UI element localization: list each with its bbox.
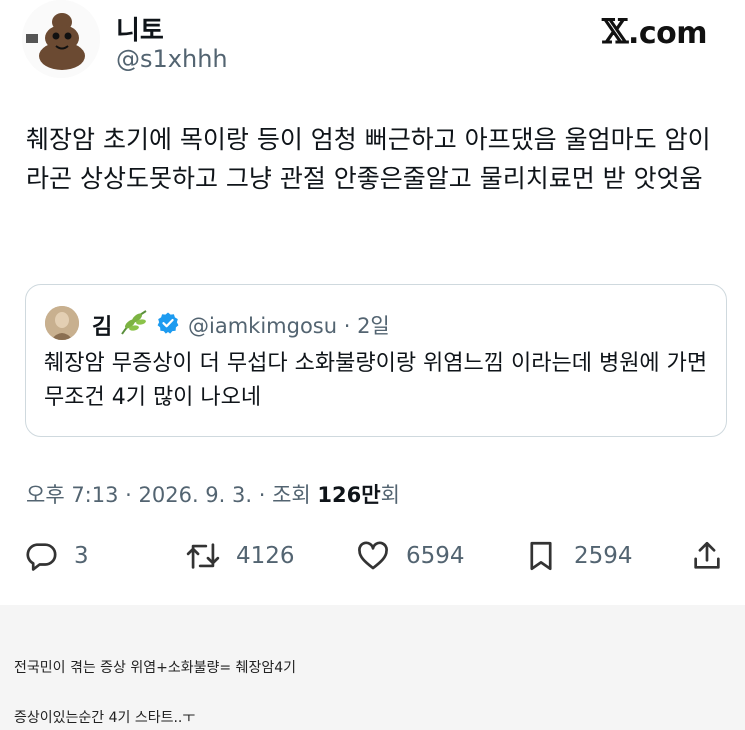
quoted-author-name[interactable]: 김	[92, 309, 112, 341]
bookmark-icon	[530, 541, 552, 571]
author-avatar[interactable]	[22, 0, 100, 78]
action-bar: 3 4126 6594 2594	[0, 530, 745, 582]
like-button[interactable]: 6594	[356, 538, 465, 574]
site-logo: 𝕏.com	[602, 12, 707, 52]
quoted-author-avatar[interactable]	[45, 306, 79, 340]
share-button[interactable]	[690, 538, 740, 574]
bookmark-count: 2594	[574, 543, 633, 569]
share-icon	[694, 541, 720, 569]
view-count: 126만	[317, 483, 381, 507]
view-count-suffix: 회	[380, 483, 400, 507]
like-count: 6594	[406, 543, 465, 569]
quoted-tweet-text: 췌장암 무증상이 더 무섭다 소화불량이랑 위염느낌 이라는데 병원에 가면 무…	[44, 351, 708, 410]
quoted-author-handle[interactable]: @iamkimgosu · 2일	[188, 310, 390, 340]
tweet-text: 췌장암 초기에 목이랑 등이 엄청 뻐근하고 아프댔음 울엄마도 암이라곤 상상…	[26, 125, 711, 193]
leaf-icon	[118, 307, 150, 337]
reply-button[interactable]: 3	[24, 538, 89, 574]
like-icon	[358, 541, 388, 570]
author-display-name[interactable]: 니토	[116, 10, 164, 47]
author-handle[interactable]: @s1xhhh	[116, 45, 228, 73]
retweet-button[interactable]: 4126	[186, 538, 295, 574]
caption-line-1: 전국민이 겪는 증상 위염+소화불량= 췌장암4기	[14, 660, 297, 676]
retweet-icon	[186, 543, 220, 569]
reply-count: 3	[74, 543, 89, 569]
tweet-meta: 오후 7:13 · 2026. 9. 3. · 조회 126만회	[26, 479, 400, 509]
quoted-tweet[interactable]: 김 @iamkimgosu · 2일 췌장암 무증상이 더 무섭다 소화불량이랑…	[25, 284, 727, 437]
tweet-time-date[interactable]: 오후 7:13 · 2026. 9. 3. · 조회	[26, 483, 311, 507]
retweet-count: 4126	[236, 543, 295, 569]
x-logo-icon: 𝕏	[602, 12, 628, 52]
caption-line-2: 증상이있는순간 4기 스타트..ㅜ	[14, 710, 196, 726]
reply-icon	[26, 543, 57, 571]
bookmark-button[interactable]: 2594	[524, 538, 633, 574]
verified-icon	[156, 311, 180, 335]
tweet-card: 니토 @s1xhhh 𝕏.com 췌장암 초기에 목이랑 등이 엄청 뻐근하고 …	[0, 0, 745, 605]
site-logo-suffix: .com	[627, 16, 708, 51]
